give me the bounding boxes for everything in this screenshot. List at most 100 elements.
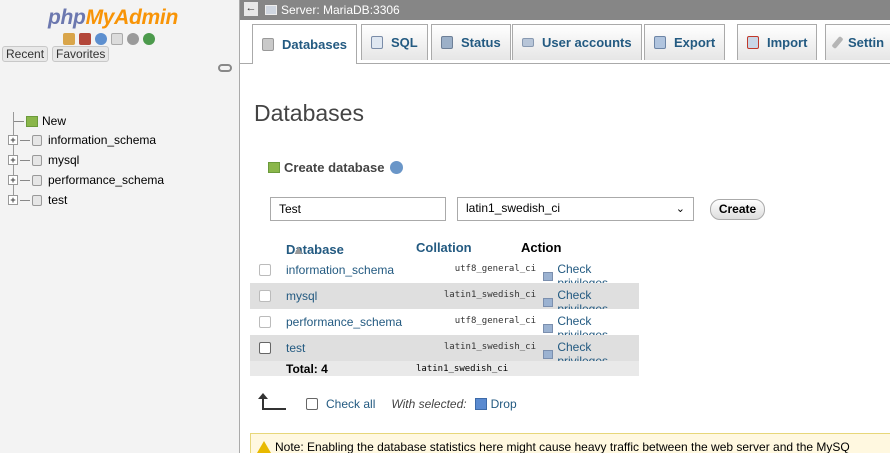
collation-select[interactable]: latin1_swedish_ci ⌄ xyxy=(457,197,694,221)
table-row: mysql latin1_swedish_ci Check privileges xyxy=(250,283,639,316)
database-name-link[interactable]: test xyxy=(286,341,305,355)
tab-status[interactable]: Status xyxy=(431,24,511,60)
sql-icon xyxy=(371,36,383,49)
tab-label: Databases xyxy=(282,37,348,52)
tab-user-accounts[interactable]: User accounts xyxy=(512,24,642,60)
tree-item-performance-schema[interactable]: + performance_schema xyxy=(8,172,164,188)
settings-icon[interactable] xyxy=(127,33,139,45)
row-checkbox[interactable] xyxy=(259,290,271,302)
breadcrumb-server[interactable]: Server: MariaDB:3306 xyxy=(265,3,400,17)
expand-icon[interactable]: + xyxy=(8,155,18,165)
logo-php-text: php xyxy=(48,6,86,29)
tab-import[interactable]: Import xyxy=(737,24,818,60)
docs-icon[interactable] xyxy=(111,33,123,45)
import-icon xyxy=(747,36,759,49)
export-icon xyxy=(654,36,666,49)
tree-branch xyxy=(20,159,30,161)
row-checkbox[interactable] xyxy=(259,316,271,328)
tab-label: Status xyxy=(461,35,501,50)
tree-item-information-schema[interactable]: + information_schema xyxy=(8,132,156,148)
table-row: information_schema utf8_general_ci Check… xyxy=(250,257,639,290)
tree-item-test[interactable]: + test xyxy=(8,192,67,208)
row-checkbox[interactable] xyxy=(259,264,271,276)
tab-sql[interactable]: SQL xyxy=(361,24,428,60)
bulk-actions: Check all With selected: Drop xyxy=(258,393,517,411)
drop-button[interactable]: Drop xyxy=(474,397,517,411)
recent-button[interactable]: Recent xyxy=(2,46,49,62)
sort-ascending-icon: ▲ xyxy=(292,242,305,257)
link-with-main-icon[interactable] xyxy=(218,64,232,72)
total-collation: latin1_swedish_ci xyxy=(416,364,509,374)
row-collation: latin1_swedish_ci xyxy=(443,290,536,300)
tree-db-label: information_schema xyxy=(48,133,157,147)
tab-export[interactable]: Export xyxy=(644,24,726,60)
statistics-notice: Note: Enabling the database statistics h… xyxy=(250,433,890,453)
table-total-row: Total: 4 latin1_swedish_ci xyxy=(250,361,639,376)
with-selected-label: With selected: xyxy=(391,397,467,411)
row-checkbox[interactable] xyxy=(259,342,271,354)
new-database-icon xyxy=(26,115,38,127)
logo-myadmin-text: MyAdmin xyxy=(85,6,179,29)
page-title: Databases xyxy=(254,100,364,126)
tab-label: User accounts xyxy=(542,35,632,50)
tree-branch xyxy=(20,139,30,141)
database-name-link[interactable]: mysql xyxy=(286,289,317,303)
table-row: test latin1_swedish_ci Check privileges xyxy=(250,335,639,368)
tree-db-label: mysql xyxy=(48,153,80,167)
tab-databases[interactable]: Databases xyxy=(252,24,358,64)
favorites-button[interactable]: Favorites xyxy=(52,46,110,62)
table-header: Database ▲ Collation Action xyxy=(250,238,639,257)
chevron-down-icon: ⌄ xyxy=(675,203,685,215)
tree-branch xyxy=(20,199,30,201)
expand-icon[interactable]: + xyxy=(8,135,18,145)
database-name-input[interactable] xyxy=(270,197,446,221)
home-icon[interactable] xyxy=(63,33,75,45)
row-collation: utf8_general_ci xyxy=(454,316,536,326)
tab-label: Import xyxy=(767,35,808,50)
tree-branch xyxy=(20,179,30,181)
expand-icon[interactable]: + xyxy=(8,175,18,185)
expand-icon[interactable]: + xyxy=(8,195,18,205)
collapse-nav-button[interactable]: ← xyxy=(244,2,258,16)
warning-icon xyxy=(257,441,271,453)
privileges-icon xyxy=(543,349,554,359)
database-icon xyxy=(32,134,42,146)
privileges-icon xyxy=(543,323,554,333)
table-row: performance_schema utf8_general_ci Check… xyxy=(250,309,639,342)
total-label: Total: 4 xyxy=(286,362,328,376)
create-database-label: Create database xyxy=(284,160,385,175)
column-header-action: Action xyxy=(521,240,562,255)
databases-table: Database ▲ Collation Action information_s… xyxy=(250,238,639,376)
row-collation: utf8_general_ci xyxy=(454,264,536,274)
check-all-checkbox[interactable] xyxy=(306,398,318,410)
sql-window-icon[interactable] xyxy=(79,33,91,45)
recent-favorites-tabs: Recent Favorites xyxy=(2,46,110,62)
tab-settings[interactable]: Settin xyxy=(825,24,890,60)
tab-label: Export xyxy=(674,35,716,50)
drop-label: Drop xyxy=(490,397,517,411)
tab-label: SQL xyxy=(391,35,418,50)
help-icon[interactable] xyxy=(390,161,404,174)
row-collation: latin1_swedish_ci xyxy=(443,342,536,352)
tree-item-mysql[interactable]: + mysql xyxy=(8,152,79,168)
wrench-icon xyxy=(831,35,844,50)
tree-item-new[interactable]: New xyxy=(8,113,66,129)
column-header-collation[interactable]: Collation xyxy=(416,240,472,255)
new-database-icon xyxy=(268,162,280,173)
database-name-link[interactable]: performance_schema xyxy=(286,315,402,329)
database-icon xyxy=(32,154,42,166)
database-name-link[interactable]: information_schema xyxy=(286,263,394,277)
users-icon xyxy=(522,38,534,47)
check-all-label[interactable]: Check all xyxy=(326,397,375,411)
server-label-text: Server: MariaDB:3306 xyxy=(281,3,400,17)
privileges-icon xyxy=(543,271,554,281)
phpmyadmin-logo[interactable]: phpMyAdmin xyxy=(48,6,178,30)
tree-branch xyxy=(14,120,24,122)
create-button[interactable]: Create xyxy=(710,199,765,220)
help-icon[interactable] xyxy=(95,33,107,45)
server-icon xyxy=(265,5,277,15)
database-icon xyxy=(262,38,274,51)
status-icon xyxy=(441,36,453,49)
collation-selected-value: latin1_swedish_ci xyxy=(466,201,561,215)
reload-icon[interactable] xyxy=(143,33,155,45)
